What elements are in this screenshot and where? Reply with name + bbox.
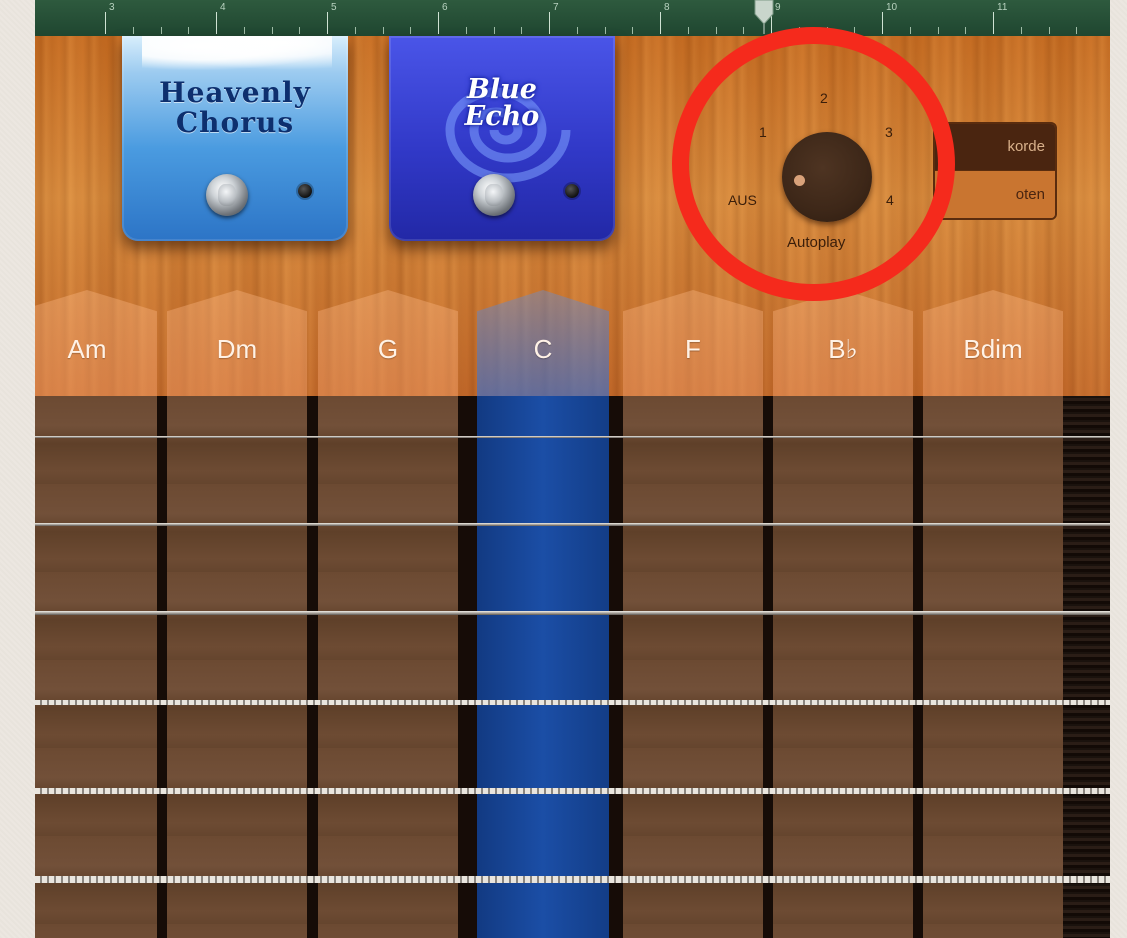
- chord-strip-body[interactable]: [773, 396, 913, 938]
- chord-label: C: [533, 334, 553, 364]
- guitar-string[interactable]: [35, 700, 1110, 705]
- guitar-string[interactable]: [35, 788, 1110, 794]
- ruler-minor-tick: [465, 27, 467, 34]
- fretboard-edge: [1061, 396, 1110, 938]
- chord-strip-g[interactable]: G: [318, 0, 458, 938]
- chord-label: Am: [67, 334, 107, 364]
- chord-label: B♭: [828, 334, 858, 364]
- chord-strip-body[interactable]: [477, 396, 609, 938]
- chord-strip-body[interactable]: [167, 396, 307, 938]
- guitar-string[interactable]: [35, 611, 1110, 615]
- ruler-minor-tick: [160, 27, 162, 34]
- garageband-smart-guitar: 3 4 5 6 7 8 9 10 11 Heavenly Chorus Blue Echo 2 …: [35, 0, 1110, 938]
- chord-strip-body[interactable]: [318, 396, 458, 938]
- chord-strip-body[interactable]: [923, 396, 1063, 938]
- chord-label: G: [377, 334, 399, 364]
- chord-label: Bdim: [963, 334, 1023, 364]
- chord-strip-body[interactable]: [35, 396, 157, 938]
- chord-strip-am[interactable]: Am: [35, 0, 157, 938]
- ruler-minor-tick: [1076, 27, 1078, 34]
- chord-strip-c[interactable]: C: [477, 0, 609, 938]
- guitar-string[interactable]: [35, 436, 1110, 438]
- chord-strip-body[interactable]: [623, 396, 763, 938]
- chord-label: F: [685, 334, 701, 364]
- guitar-string[interactable]: [35, 523, 1110, 526]
- chord-label: Dm: [216, 334, 258, 364]
- guitar-string[interactable]: [35, 876, 1110, 883]
- annotation-circle: [672, 27, 955, 301]
- chord-strip-dm[interactable]: Dm: [167, 0, 307, 938]
